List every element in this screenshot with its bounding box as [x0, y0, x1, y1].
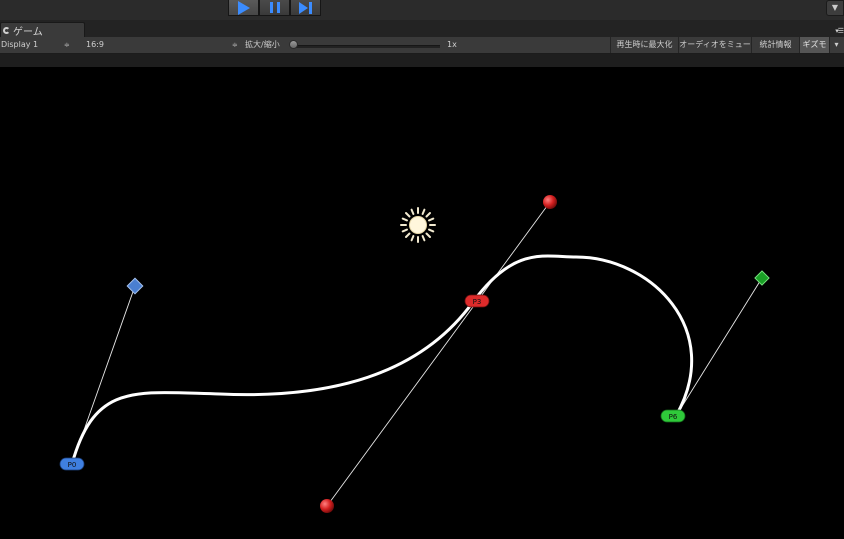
point-handle-p3[interactable]: P3	[464, 294, 490, 308]
chevron-down-icon: ▼	[831, 3, 839, 12]
tangent-line	[326, 201, 551, 507]
pause-button[interactable]	[259, 0, 290, 16]
play-icon	[237, 0, 250, 15]
stats-toggle[interactable]: 統計情報	[751, 37, 799, 53]
tab-label: ゲーム	[13, 26, 43, 38]
layout-dropdown[interactable]: ▼	[826, 0, 844, 16]
display-dropdown-arrow-icon: ≑	[64, 41, 70, 49]
step-icon	[299, 1, 312, 14]
green-diamond-control-point-icon[interactable]	[754, 270, 770, 286]
main-toolbar: ▼	[0, 0, 844, 21]
chevron-down-icon: ▾	[834, 40, 839, 49]
scale-value: 1x	[447, 40, 457, 49]
stats-label: 統計情報	[759, 40, 792, 49]
aspect-dropdown-arrow-icon: ≑	[232, 41, 238, 49]
mute-audio-toggle[interactable]: オーディオをミュート	[678, 37, 751, 65]
point-handle-p0[interactable]: P0	[59, 457, 85, 471]
play-button[interactable]	[228, 0, 259, 16]
scene-canvas: P0 P3 P6	[59, 195, 770, 513]
maximize-on-play-toggle[interactable]: 再生時に最大化	[610, 37, 678, 53]
red-sphere-control-point-icon[interactable]	[320, 499, 334, 513]
point-label-p0: P0	[68, 461, 77, 469]
bezier-spline	[70, 254, 694, 466]
toolbar-spacer	[0, 54, 844, 67]
sun-directional-light-icon[interactable]	[400, 207, 436, 243]
scale-slider-handle[interactable]	[289, 40, 298, 49]
tab-game[interactable]: ゲーム	[0, 22, 85, 38]
scale-slider-track[interactable]	[292, 45, 440, 48]
step-button[interactable]	[290, 0, 321, 16]
playback-controls	[228, 0, 321, 16]
scale-label: 拡大/縮小	[245, 40, 280, 49]
point-handle-p6[interactable]: P6	[660, 409, 686, 423]
tab-menu-icon[interactable]: ▾☰	[835, 27, 844, 35]
display-dropdown-value: Display 1	[1, 40, 39, 49]
tab-bar: ゲーム ▾☰	[0, 20, 844, 38]
blue-diamond-control-point-icon[interactable]	[126, 277, 144, 295]
tangent-line	[675, 277, 763, 417]
aspect-dropdown[interactable]: 16:9	[86, 37, 241, 53]
aspect-dropdown-value: 16:9	[86, 40, 104, 49]
point-label-p3: P3	[473, 298, 482, 306]
game-viewport[interactable]: P0 P3 P6	[0, 67, 844, 539]
pause-icon	[269, 2, 280, 13]
gizmos-label: ギズモ	[802, 40, 827, 49]
gizmos-toggle[interactable]: ギズモ	[799, 37, 829, 53]
display-dropdown[interactable]: Display 1	[1, 37, 73, 53]
gizmos-dropdown[interactable]: ▾	[829, 37, 843, 53]
red-sphere-control-point-icon[interactable]	[543, 195, 557, 209]
game-view-toolbar: Display 1 ≑ 16:9 ≑ 拡大/縮小 1x 再生時に最大化 オーディ…	[0, 37, 844, 65]
point-label-p6: P6	[669, 413, 678, 421]
maximize-on-play-label: 再生時に最大化	[616, 40, 673, 49]
game-controller-icon	[3, 26, 10, 34]
